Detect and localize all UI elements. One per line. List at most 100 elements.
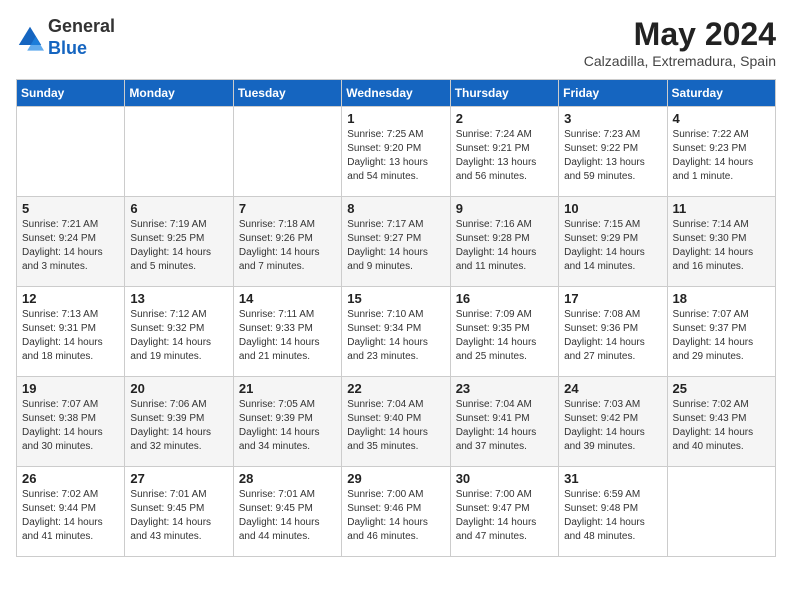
day-number: 20	[130, 381, 227, 396]
day-info: Sunrise: 7:07 AM Sunset: 9:38 PM Dayligh…	[22, 398, 119, 454]
day-info: Sunrise: 7:15 AM Sunset: 9:29 PM Dayligh…	[564, 218, 661, 274]
day-number: 13	[130, 291, 227, 306]
day-info: Sunrise: 6:59 AM Sunset: 9:48 PM Dayligh…	[564, 488, 661, 544]
day-info: Sunrise: 7:02 AM Sunset: 9:43 PM Dayligh…	[673, 398, 770, 454]
day-number: 22	[347, 381, 444, 396]
day-info: Sunrise: 7:03 AM Sunset: 9:42 PM Dayligh…	[564, 398, 661, 454]
calendar-cell: 5 Sunrise: 7:21 AM Sunset: 9:24 PM Daylig…	[17, 197, 125, 287]
calendar-cell: 31Sunrise: 6:59 AM Sunset: 9:48 PM Dayli…	[559, 467, 667, 557]
day-number: 26	[22, 471, 119, 486]
day-info: Sunrise: 7:05 AM Sunset: 9:39 PM Dayligh…	[239, 398, 336, 454]
calendar-cell: 13Sunrise: 7:12 AM Sunset: 9:32 PM Dayli…	[125, 287, 233, 377]
calendar-cell: 27Sunrise: 7:01 AM Sunset: 9:45 PM Dayli…	[125, 467, 233, 557]
day-number: 2	[456, 111, 553, 126]
calendar-cell: 3 Sunrise: 7:23 AM Sunset: 9:22 PM Daylig…	[559, 107, 667, 197]
calendar-cell	[233, 107, 341, 197]
day-number: 14	[239, 291, 336, 306]
day-number: 23	[456, 381, 553, 396]
day-info: Sunrise: 7:04 AM Sunset: 9:41 PM Dayligh…	[456, 398, 553, 454]
calendar-cell: 21Sunrise: 7:05 AM Sunset: 9:39 PM Dayli…	[233, 377, 341, 467]
day-number: 7	[239, 201, 336, 216]
day-number: 15	[347, 291, 444, 306]
calendar-week-4: 19 Sunrise: 7:07 AM Sunset: 9:38 PM Dayli…	[17, 377, 776, 467]
calendar-cell: 7 Sunrise: 7:18 AM Sunset: 9:26 PM Daylig…	[233, 197, 341, 287]
day-info: Sunrise: 7:23 AM Sunset: 9:22 PM Dayligh…	[564, 128, 661, 184]
logo-general-text: General	[48, 16, 115, 36]
day-info: Sunrise: 7:17 AM Sunset: 9:27 PM Dayligh…	[347, 218, 444, 274]
day-info: Sunrise: 7:13 AM Sunset: 9:31 PM Dayligh…	[22, 308, 119, 364]
day-info: Sunrise: 7:08 AM Sunset: 9:36 PM Dayligh…	[564, 308, 661, 364]
day-number: 25	[673, 381, 770, 396]
location: Calzadilla, Extremadura, Spain	[584, 53, 776, 69]
calendar-cell: 20 Sunrise: 7:06 AM Sunset: 9:39 PM Dayli…	[125, 377, 233, 467]
day-info: Sunrise: 7:24 AM Sunset: 9:21 PM Dayligh…	[456, 128, 553, 184]
day-number: 28	[239, 471, 336, 486]
month-title: May 2024	[584, 16, 776, 53]
calendar-cell: 17 Sunrise: 7:08 AM Sunset: 9:36 PM Dayli…	[559, 287, 667, 377]
calendar-cell: 8 Sunrise: 7:17 AM Sunset: 9:27 PM Daylig…	[342, 197, 450, 287]
calendar-cell: 18 Sunrise: 7:07 AM Sunset: 9:37 PM Dayli…	[667, 287, 775, 377]
calendar-cell	[667, 467, 775, 557]
calendar-cell: 11 Sunrise: 7:14 AM Sunset: 9:30 PM Dayli…	[667, 197, 775, 287]
day-number: 29	[347, 471, 444, 486]
day-number: 5	[22, 201, 119, 216]
calendar-week-1: 1 Sunrise: 7:25 AM Sunset: 9:20 PM Daylig…	[17, 107, 776, 197]
day-info: Sunrise: 7:01 AM Sunset: 9:45 PM Dayligh…	[239, 488, 336, 544]
day-number: 12	[22, 291, 119, 306]
day-number: 9	[456, 201, 553, 216]
day-info: Sunrise: 7:18 AM Sunset: 9:26 PM Dayligh…	[239, 218, 336, 274]
calendar-cell: 22Sunrise: 7:04 AM Sunset: 9:40 PM Dayli…	[342, 377, 450, 467]
day-number: 11	[673, 201, 770, 216]
weekday-header-tuesday: Tuesday	[233, 80, 341, 107]
day-info: Sunrise: 7:02 AM Sunset: 9:44 PM Dayligh…	[22, 488, 119, 544]
calendar-cell: 4Sunrise: 7:22 AM Sunset: 9:23 PM Daylig…	[667, 107, 775, 197]
calendar-cell: 28 Sunrise: 7:01 AM Sunset: 9:45 PM Dayli…	[233, 467, 341, 557]
calendar-week-3: 12 Sunrise: 7:13 AM Sunset: 9:31 PM Dayli…	[17, 287, 776, 377]
calendar-cell	[125, 107, 233, 197]
calendar-cell: 2 Sunrise: 7:24 AM Sunset: 9:21 PM Daylig…	[450, 107, 558, 197]
day-number: 18	[673, 291, 770, 306]
weekday-header-sunday: Sunday	[17, 80, 125, 107]
day-info: Sunrise: 7:25 AM Sunset: 9:20 PM Dayligh…	[347, 128, 444, 184]
calendar-cell: 15 Sunrise: 7:10 AM Sunset: 9:34 PM Dayli…	[342, 287, 450, 377]
day-info: Sunrise: 7:07 AM Sunset: 9:37 PM Dayligh…	[673, 308, 770, 364]
calendar-cell: 9 Sunrise: 7:16 AM Sunset: 9:28 PM Daylig…	[450, 197, 558, 287]
logo: General Blue	[16, 16, 115, 59]
calendar-week-2: 5 Sunrise: 7:21 AM Sunset: 9:24 PM Daylig…	[17, 197, 776, 287]
day-number: 19	[22, 381, 119, 396]
day-info: Sunrise: 7:10 AM Sunset: 9:34 PM Dayligh…	[347, 308, 444, 364]
day-info: Sunrise: 7:14 AM Sunset: 9:30 PM Dayligh…	[673, 218, 770, 274]
day-number: 8	[347, 201, 444, 216]
calendar-cell: 23 Sunrise: 7:04 AM Sunset: 9:41 PM Dayli…	[450, 377, 558, 467]
calendar-cell: 24 Sunrise: 7:03 AM Sunset: 9:42 PM Dayli…	[559, 377, 667, 467]
day-number: 17	[564, 291, 661, 306]
page-header: General Blue May 2024 Calzadilla, Extrem…	[16, 16, 776, 69]
day-number: 6	[130, 201, 227, 216]
calendar-cell: 14 Sunrise: 7:11 AM Sunset: 9:33 PM Dayli…	[233, 287, 341, 377]
day-info: Sunrise: 7:21 AM Sunset: 9:24 PM Dayligh…	[22, 218, 119, 274]
day-number: 24	[564, 381, 661, 396]
calendar-week-5: 26 Sunrise: 7:02 AM Sunset: 9:44 PM Dayli…	[17, 467, 776, 557]
calendar-cell: 6 Sunrise: 7:19 AM Sunset: 9:25 PM Daylig…	[125, 197, 233, 287]
day-info: Sunrise: 7:19 AM Sunset: 9:25 PM Dayligh…	[130, 218, 227, 274]
calendar-cell: 10 Sunrise: 7:15 AM Sunset: 9:29 PM Dayli…	[559, 197, 667, 287]
title-block: May 2024 Calzadilla, Extremadura, Spain	[584, 16, 776, 69]
calendar-cell: 19 Sunrise: 7:07 AM Sunset: 9:38 PM Dayli…	[17, 377, 125, 467]
day-number: 1	[347, 111, 444, 126]
calendar-cell: 25 Sunrise: 7:02 AM Sunset: 9:43 PM Dayli…	[667, 377, 775, 467]
day-info: Sunrise: 7:11 AM Sunset: 9:33 PM Dayligh…	[239, 308, 336, 364]
day-number: 3	[564, 111, 661, 126]
day-number: 16	[456, 291, 553, 306]
calendar-cell: 1 Sunrise: 7:25 AM Sunset: 9:20 PM Daylig…	[342, 107, 450, 197]
calendar-cell	[17, 107, 125, 197]
calendar-table: SundayMondayTuesdayWednesdayThursdayFrid…	[16, 79, 776, 557]
logo-icon	[16, 24, 44, 52]
day-info: Sunrise: 7:16 AM Sunset: 9:28 PM Dayligh…	[456, 218, 553, 274]
day-number: 10	[564, 201, 661, 216]
day-info: Sunrise: 7:06 AM Sunset: 9:39 PM Dayligh…	[130, 398, 227, 454]
weekday-header-thursday: Thursday	[450, 80, 558, 107]
day-info: Sunrise: 7:00 AM Sunset: 9:47 PM Dayligh…	[456, 488, 553, 544]
logo-blue-text: Blue	[48, 38, 87, 58]
calendar-cell: 12 Sunrise: 7:13 AM Sunset: 9:31 PM Dayli…	[17, 287, 125, 377]
weekday-header-saturday: Saturday	[667, 80, 775, 107]
